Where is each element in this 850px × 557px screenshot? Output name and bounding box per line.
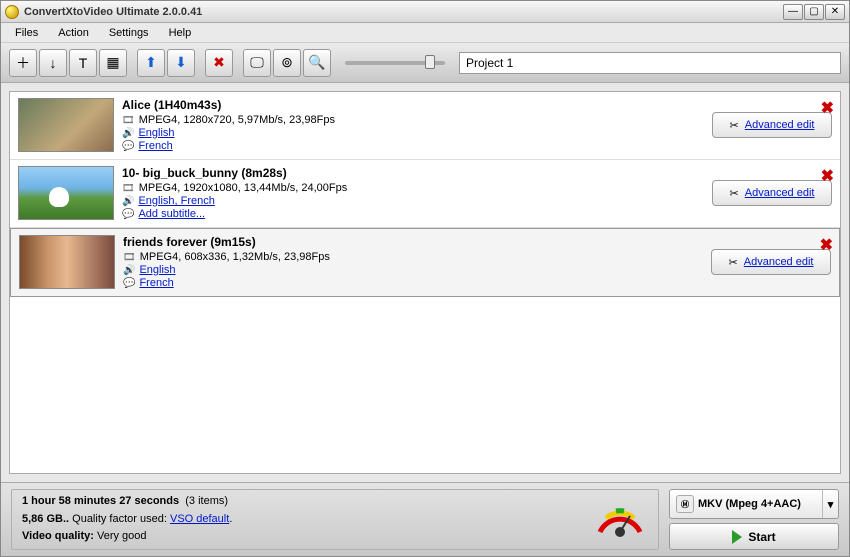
zoom-slider[interactable] <box>345 61 445 65</box>
app-window: ConvertXtoVideo Ultimate 2.0.0.41 — ▢ ✕ … <box>0 0 850 557</box>
merge-button[interactable]: 🖵 <box>243 49 271 77</box>
menu-files[interactable]: Files <box>7 25 46 41</box>
item-list: Alice (1H40m43s) 🎞 MPEG4, 1280x720, 5,97… <box>9 91 841 474</box>
subtitle-link[interactable]: Add subtitle... <box>138 208 205 220</box>
output-format-label: MKV (Mpeg 4+AAC) <box>698 498 801 510</box>
video-icon: 🎞 <box>123 252 136 263</box>
toolbar: ＋↓T▦ ⬆⬇ ✖ 🖵⊚🔍 <box>1 43 849 83</box>
advanced-edit-button[interactable]: ✂ Advanced edit <box>711 249 831 275</box>
move-up-button[interactable]: ⬆ <box>137 49 165 77</box>
advanced-edit-button[interactable]: ✂ Advanced edit <box>712 112 832 138</box>
remove-button[interactable]: ✖ <box>205 49 233 77</box>
item-meta: Alice (1H40m43s) 🎞 MPEG4, 1280x720, 5,97… <box>122 98 704 153</box>
output-format-select[interactable]: Ⓜ MKV (Mpeg 4+AAC) ▾ <box>669 489 839 519</box>
minimize-button[interactable]: — <box>783 4 803 20</box>
video-thumbnail[interactable] <box>19 235 115 289</box>
start-button[interactable]: Start <box>669 523 839 550</box>
advanced-edit-label: Advanced edit <box>744 256 814 268</box>
quality-gauge-icon <box>592 492 648 548</box>
subtitle-button[interactable]: T <box>69 49 97 77</box>
titlebar: ConvertXtoVideo Ultimate 2.0.0.41 — ▢ ✕ <box>1 1 849 23</box>
audio-icon: 🔊 <box>122 128 134 139</box>
summary-duration: 1 hour 58 minutes 27 seconds <box>22 495 179 507</box>
maximize-button[interactable]: ▢ <box>804 4 824 20</box>
titlebar-title: ConvertXtoVideo Ultimate 2.0.0.41 <box>24 6 782 18</box>
advanced-edit-button[interactable]: ✂ Advanced edit <box>712 180 832 206</box>
list-item[interactable]: 10- big_buck_bunny (8m28s) 🎞 MPEG4, 1920… <box>10 160 840 228</box>
summary-quality-value: Very good <box>97 530 147 542</box>
zoom-slider-thumb[interactable] <box>425 55 435 69</box>
preview-button[interactable]: 🔍 <box>303 49 331 77</box>
subtitle-icon: 💬 <box>122 209 134 220</box>
scissors-icon: ✂ <box>730 187 739 200</box>
mkv-icon: Ⓜ <box>676 495 694 513</box>
summary-qf-value[interactable]: VSO default <box>170 513 229 525</box>
project-name-input[interactable] <box>459 52 841 74</box>
move-down-button[interactable]: ⬇ <box>167 49 195 77</box>
menubar: Files Action Settings Help <box>1 23 849 43</box>
subtitle-link[interactable]: French <box>139 277 173 289</box>
item-title: Alice (1H40m43s) <box>122 98 704 112</box>
summary-panel: 1 hour 58 minutes 27 seconds (3 items) 5… <box>11 489 659 550</box>
audio-link[interactable]: English <box>139 264 175 276</box>
remove-item-button[interactable]: ✖ <box>821 98 834 118</box>
video-info: MPEG4, 1280x720, 5,97Mb/s, 23,98Fps <box>139 114 335 126</box>
chevron-down-icon: ▾ <box>822 490 838 518</box>
start-label: Start <box>748 530 775 544</box>
app-icon <box>5 5 19 19</box>
play-icon <box>732 530 742 544</box>
scissors-icon: ✂ <box>729 256 738 269</box>
remove-item-button[interactable]: ✖ <box>820 235 833 255</box>
menu-action[interactable]: Action <box>50 25 97 41</box>
video-info: MPEG4, 608x336, 1,32Mb/s, 23,98Fps <box>140 251 330 263</box>
close-button[interactable]: ✕ <box>825 4 845 20</box>
menu-help[interactable]: Help <box>161 25 200 41</box>
chapter-button[interactable]: ▦ <box>99 49 127 77</box>
video-thumbnail[interactable] <box>18 166 114 220</box>
video-info: MPEG4, 1920x1080, 13,44Mb/s, 24,00Fps <box>139 182 348 194</box>
output-column: Ⓜ MKV (Mpeg 4+AAC) ▾ Start <box>669 489 839 550</box>
bottom-bar: 1 hour 58 minutes 27 seconds (3 items) 5… <box>1 482 849 556</box>
menu-settings[interactable]: Settings <box>101 25 157 41</box>
add-file-button[interactable]: ＋ <box>9 49 37 77</box>
advanced-edit-label: Advanced edit <box>745 119 815 131</box>
audio-icon: 🔊 <box>122 196 134 207</box>
video-icon: 🎞 <box>122 183 135 194</box>
add-folder-button[interactable]: ↓ <box>39 49 67 77</box>
audio-link[interactable]: English, French <box>138 195 214 207</box>
summary-text: 1 hour 58 minutes 27 seconds (3 items) 5… <box>22 493 580 546</box>
subtitle-link[interactable]: French <box>138 140 172 152</box>
item-title: friends forever (9m15s) <box>123 235 703 249</box>
list-item[interactable]: Alice (1H40m43s) 🎞 MPEG4, 1280x720, 5,97… <box>10 92 840 160</box>
summary-quality-label: Video quality: <box>22 530 94 542</box>
item-title: 10- big_buck_bunny (8m28s) <box>122 166 704 180</box>
subtitle-icon: 💬 <box>122 141 134 152</box>
audio-link[interactable]: English <box>138 127 174 139</box>
summary-qf-label: Quality factor used: <box>72 513 167 525</box>
list-item[interactable]: friends forever (9m15s) 🎞 MPEG4, 608x336… <box>10 228 840 297</box>
remove-item-button[interactable]: ✖ <box>821 166 834 186</box>
audio-icon: 🔊 <box>123 265 135 276</box>
item-meta: 10- big_buck_bunny (8m28s) 🎞 MPEG4, 1920… <box>122 166 704 221</box>
summary-size: 5,86 GB.. <box>22 513 69 525</box>
video-thumbnail[interactable] <box>18 98 114 152</box>
advanced-edit-label: Advanced edit <box>745 187 815 199</box>
item-meta: friends forever (9m15s) 🎞 MPEG4, 608x336… <box>123 235 703 290</box>
subtitle-icon: 💬 <box>123 278 135 289</box>
scissors-icon: ✂ <box>730 119 739 132</box>
video-icon: 🎞 <box>122 115 135 126</box>
summary-count: (3 items) <box>185 495 228 507</box>
burn-button[interactable]: ⊚ <box>273 49 301 77</box>
